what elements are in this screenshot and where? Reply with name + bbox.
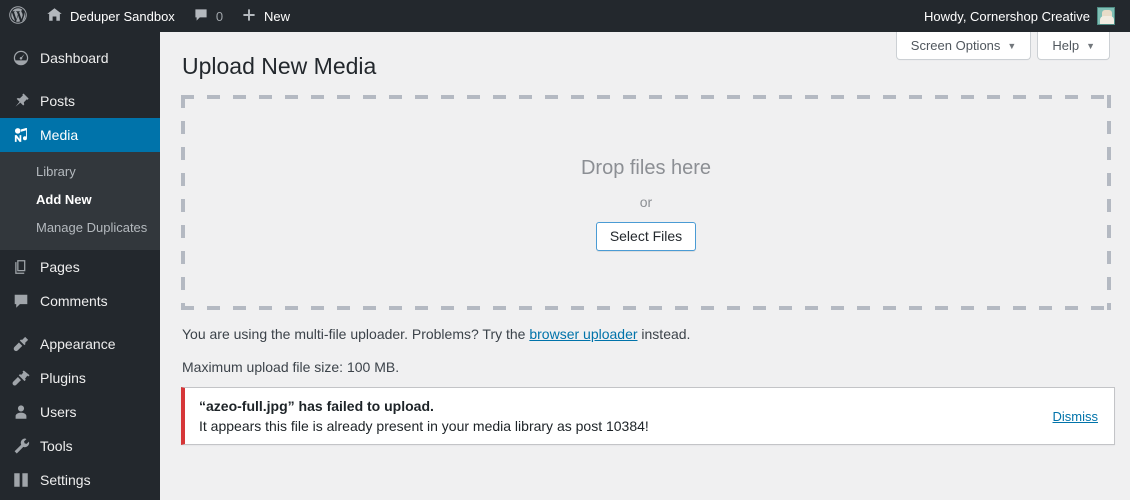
notice-body: “azeo-full.jpg” has failed to upload. It… — [185, 396, 1053, 436]
sidebar-item-comments[interactable]: Comments — [0, 284, 160, 318]
max-upload-size-label: Maximum upload file size: 100 MB. — [182, 359, 400, 375]
wrench-icon — [11, 436, 31, 456]
main-content: Screen Options ▼ Help ▼ Upload New Media… — [160, 32, 1130, 500]
upload-error-notice: “azeo-full.jpg” has failed to upload. It… — [181, 387, 1115, 445]
admin-sidebar-menu: Dashboard Posts Media Library Add New Ma… — [0, 32, 168, 500]
admin-bar-right: Howdy, Cornershop Creative — [915, 0, 1130, 32]
comments-menu[interactable]: 0 — [184, 0, 232, 32]
sidebar-item-users[interactable]: Users — [0, 395, 160, 429]
plus-icon — [241, 7, 257, 26]
screen-options-label: Screen Options — [910, 38, 1001, 53]
help-label: Help — [1052, 38, 1080, 53]
submenu-item-manage-duplicates[interactable]: Manage Duplicates — [0, 214, 160, 242]
user-icon — [11, 402, 31, 422]
sidebar-item-label: Users — [40, 404, 77, 420]
drop-files-label: Drop files here — [580, 156, 712, 179]
sidebar-item-label: Settings — [40, 472, 91, 488]
comment-icon — [11, 291, 31, 311]
menu-spacer — [0, 75, 160, 84]
home-icon — [46, 6, 63, 26]
notice-description: It appears this file is already present … — [199, 418, 649, 434]
sidebar-item-posts[interactable]: Posts — [0, 84, 160, 118]
admin-bar: Deduper Sandbox 0 New Howdy, Cornershop … — [0, 0, 1130, 32]
sidebar-item-label: Plugins — [40, 370, 86, 386]
screen-options-button[interactable]: Screen Options ▼ — [895, 32, 1032, 60]
sidebar-item-media[interactable]: Media — [0, 118, 168, 152]
dismiss-link[interactable]: Dismiss — [1053, 409, 1099, 424]
sidebar-item-label: Tools — [40, 438, 73, 454]
submenu-item-add-new[interactable]: Add New — [0, 186, 160, 214]
new-content-menu[interactable]: New — [232, 0, 299, 32]
notice-title: “azeo-full.jpg” has failed to upload. — [199, 398, 434, 414]
site-name-menu[interactable]: Deduper Sandbox — [37, 0, 184, 32]
browser-uploader-link[interactable]: browser uploader — [529, 326, 637, 342]
sidebar-item-appearance[interactable]: Appearance — [0, 327, 160, 361]
pages-icon — [11, 257, 31, 277]
sidebar-item-dashboard[interactable]: Dashboard — [0, 41, 160, 75]
howdy-label: Howdy, Cornershop Creative — [924, 8, 1090, 24]
appearance-brush-icon — [11, 334, 31, 354]
comments-count: 0 — [215, 8, 224, 24]
avatar — [1097, 7, 1115, 25]
settings-sliders-icon — [11, 470, 31, 490]
plugin-icon — [11, 368, 31, 388]
screen-meta-links: Screen Options ▼ Help ▼ — [895, 32, 1110, 60]
menu-spacer — [0, 32, 160, 41]
pin-icon — [11, 91, 31, 111]
page-title: Upload New Media — [182, 53, 377, 79]
sidebar-item-plugins[interactable]: Plugins — [0, 361, 160, 395]
sidebar-item-tools[interactable]: Tools — [0, 429, 160, 463]
wordpress-logo-icon — [8, 5, 28, 28]
new-content-label: New — [264, 8, 291, 24]
uploader-info-prefix: You are using the multi-file uploader. P… — [182, 326, 530, 342]
sidebar-item-label: Media — [40, 127, 79, 143]
uploader-info-line: You are using the multi-file uploader. P… — [182, 325, 690, 343]
media-icon — [11, 125, 31, 145]
uploader-info-suffix: instead. — [637, 326, 691, 342]
sidebar-item-pages[interactable]: Pages — [0, 250, 160, 284]
dashboard-icon — [11, 48, 31, 68]
sidebar-item-label: Pages — [40, 259, 80, 275]
comment-bubble-icon — [193, 7, 209, 26]
my-account-menu[interactable]: Howdy, Cornershop Creative — [915, 0, 1124, 32]
chevron-down-icon: ▼ — [1007, 40, 1017, 51]
file-drop-zone[interactable]: Drop files here or Select Files — [181, 95, 1111, 310]
sidebar-item-label: Posts — [40, 93, 76, 109]
select-files-button[interactable]: Select Files — [595, 221, 697, 251]
or-label: or — [639, 193, 653, 210]
sidebar-item-settings[interactable]: Settings — [0, 463, 160, 497]
submenu-item-library[interactable]: Library — [0, 158, 160, 186]
wordpress-logo-button[interactable] — [0, 0, 37, 32]
media-submenu: Library Add New Manage Duplicates — [0, 152, 160, 250]
sidebar-item-label: Dashboard — [40, 50, 109, 66]
sidebar-item-label: Appearance — [40, 336, 116, 352]
menu-spacer — [0, 318, 160, 327]
help-button[interactable]: Help ▼ — [1037, 32, 1110, 60]
chevron-down-icon: ▼ — [1086, 40, 1095, 51]
sidebar-item-label: Comments — [40, 293, 108, 309]
site-name-label: Deduper Sandbox — [70, 8, 175, 24]
